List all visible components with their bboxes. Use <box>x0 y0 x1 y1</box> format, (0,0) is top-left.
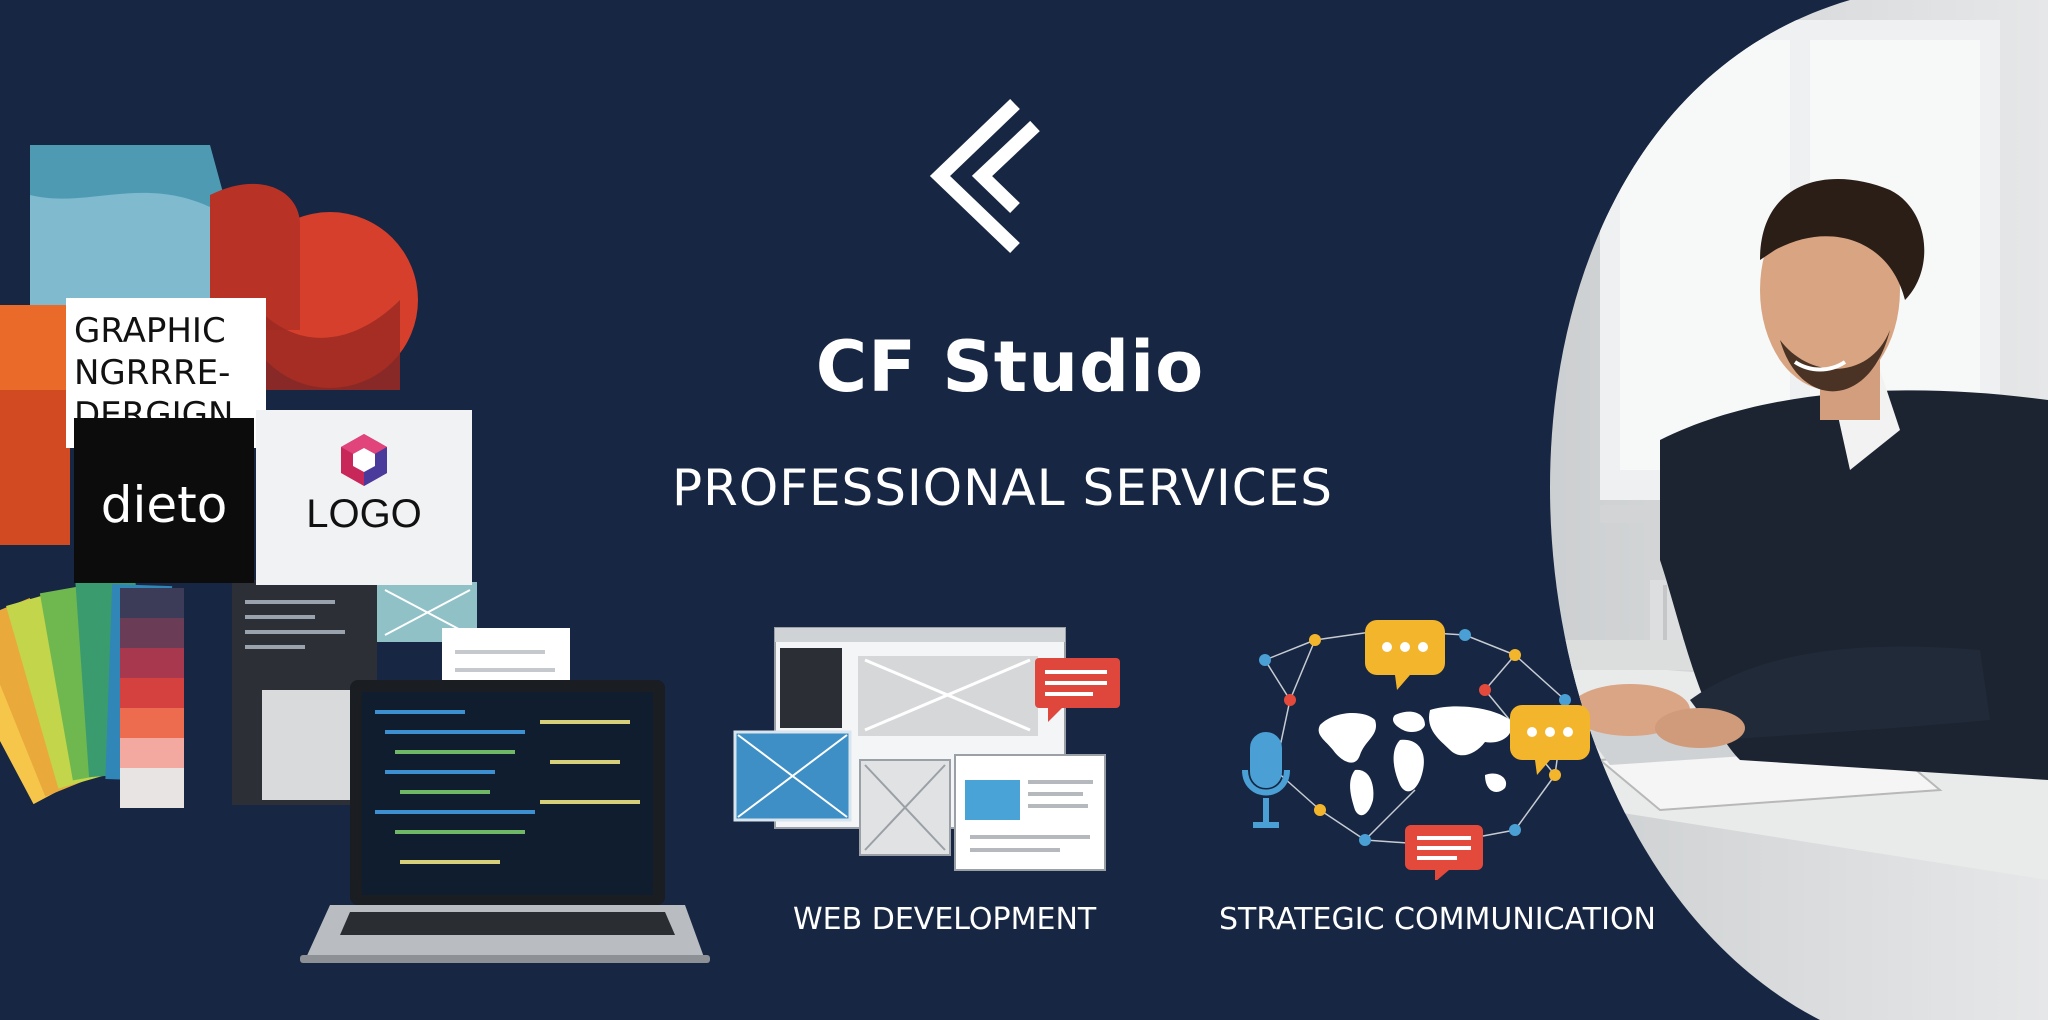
chat-bubble-icon <box>1405 825 1483 880</box>
service-strategic-communication-label: STRATEGIC COMMUNICATION <box>1219 902 1656 937</box>
microphone-icon <box>1242 732 1290 828</box>
world-network-icon <box>1242 620 1590 880</box>
tagline: PROFESSIONAL SERVICES <box>671 459 1334 517</box>
banner: GRAPHIC NGRRRE- DERGIGN dieto LOGO CF St… <box>0 0 2048 1020</box>
color-swatch-fan <box>0 578 184 808</box>
chat-bubble-icon <box>1365 620 1445 690</box>
brand-title: CF Studio <box>815 326 1205 408</box>
chat-bubble-icon <box>1510 705 1590 775</box>
service-web-development-label: WEB DEVELOPMENT <box>793 902 1097 937</box>
browser-wireframes-icon <box>733 627 1120 871</box>
laptop-illustration <box>300 680 710 963</box>
chevron-mark-icon <box>929 98 1040 254</box>
